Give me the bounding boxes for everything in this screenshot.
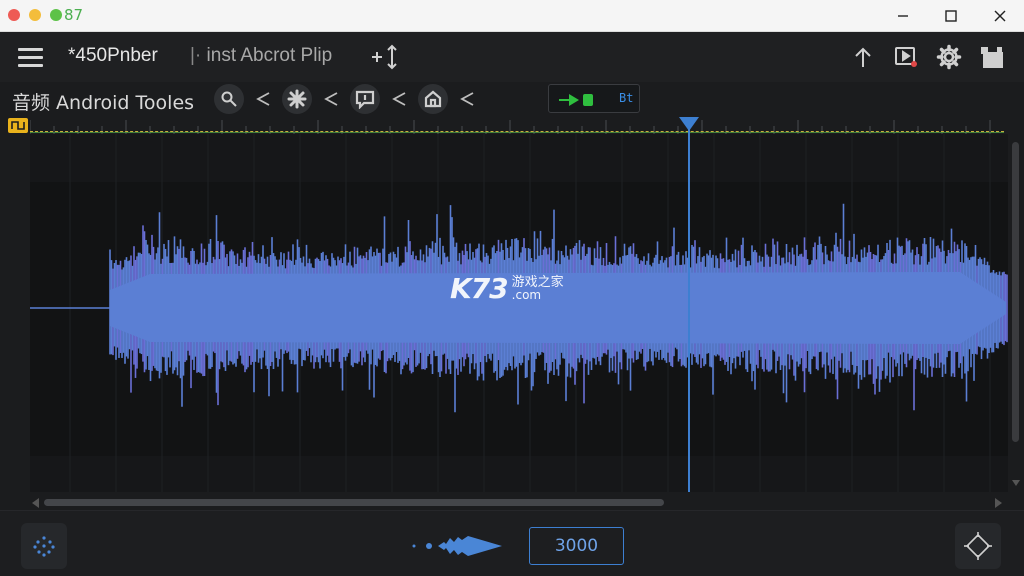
project-subtitle-text: inst Abcrot Plip <box>206 45 333 66</box>
share-button[interactable] <box>452 84 482 114</box>
minimize-traffic-light[interactable] <box>29 9 41 21</box>
arrow-up-icon <box>855 47 871 67</box>
close-traffic-light[interactable] <box>8 9 20 21</box>
close-icon <box>994 10 1006 22</box>
preview-icon <box>895 47 917 67</box>
share-icon <box>392 92 406 106</box>
search-tool-button[interactable] <box>214 84 244 114</box>
mini-wave-dot <box>412 544 416 548</box>
export-up-button[interactable] <box>849 43 877 71</box>
watermark-brand: K73 <box>450 272 509 305</box>
window-title-bar: 87 <box>0 0 1024 32</box>
share-button[interactable] <box>248 84 278 114</box>
menu-icon <box>18 48 43 51</box>
vertical-scroll-thumb[interactable] <box>1012 142 1019 442</box>
track-header-strip <box>0 134 30 492</box>
mini-waveform-icon <box>412 536 502 556</box>
project-title: *450Pnber <box>68 45 158 66</box>
share-icon <box>324 92 338 106</box>
watermark-domain: .com <box>511 288 542 302</box>
maximize-icon <box>945 10 957 22</box>
waveform[interactable] <box>30 134 1008 492</box>
selection-line <box>30 132 1004 133</box>
bottom-bar: 3000 <box>0 510 1024 576</box>
home-tool-button[interactable] <box>418 84 448 114</box>
search-icon <box>221 91 237 107</box>
zoom-vertical-icon <box>372 44 397 70</box>
plugin-icon <box>981 47 1003 68</box>
loop-icon <box>11 121 25 130</box>
horizontal-scrollbar[interactable] <box>30 494 1008 510</box>
app-label: 音频 Android Tooles <box>12 92 195 114</box>
app-window: 87 *450Pnber |· inst Abcrot Plip 音频 Andr… <box>0 0 1024 576</box>
playback-label: Bt <box>619 91 634 105</box>
comment-icon <box>355 90 375 109</box>
project-subtitle: |· inst Abcrot Plip <box>190 45 333 66</box>
diamond-icon <box>964 532 992 560</box>
share-button[interactable] <box>384 84 414 114</box>
share-icon <box>256 92 270 106</box>
window-title-number: 87 <box>64 6 84 24</box>
mini-wave-shape <box>438 536 502 556</box>
watermark-logo: K73 游戏之家 .com <box>450 272 564 305</box>
main-toolbar: *450Pnber |· inst Abcrot Plip <box>0 32 1024 82</box>
window-maximize-button[interactable] <box>928 0 974 32</box>
home-icon <box>424 90 442 108</box>
diamond-button[interactable] <box>955 523 1001 569</box>
maximize-traffic-light[interactable] <box>50 9 62 21</box>
share-button[interactable] <box>316 84 346 114</box>
scroll-right-arrow[interactable] <box>995 498 1002 508</box>
horizontal-scroll-thumb[interactable] <box>44 499 664 506</box>
preview-button[interactable] <box>892 43 920 71</box>
scroll-left-arrow[interactable] <box>32 498 39 508</box>
loop-button[interactable] <box>8 118 28 133</box>
secondary-toolbar: 音频 Android Tooles <box>0 82 1024 116</box>
gear-icon <box>936 44 962 70</box>
scroll-down-arrow[interactable] <box>1012 480 1020 486</box>
window-minimize-button[interactable] <box>880 0 926 32</box>
play-icon <box>559 94 593 106</box>
vertical-scrollbar[interactable] <box>1008 134 1024 492</box>
value-field[interactable]: 3000 <box>529 527 624 565</box>
playhead-line[interactable] <box>688 124 690 492</box>
minimize-icon <box>898 15 908 17</box>
window-close-button[interactable] <box>977 0 1023 32</box>
mini-wave-dot <box>426 543 432 549</box>
settings-button[interactable] <box>935 43 963 71</box>
dots-grid-icon <box>33 536 55 557</box>
playback-control-box[interactable]: Bt <box>548 84 640 113</box>
zoom-vertical-button[interactable] <box>370 43 404 71</box>
plugin-button[interactable] <box>979 43 1007 71</box>
effects-icon <box>287 89 307 109</box>
menu-button[interactable] <box>18 45 44 69</box>
comment-tool-button[interactable] <box>350 84 380 114</box>
effects-tool-button[interactable] <box>282 84 312 114</box>
share-icon <box>460 92 474 106</box>
dots-grid-button[interactable] <box>21 523 67 569</box>
tool-group <box>214 84 482 114</box>
